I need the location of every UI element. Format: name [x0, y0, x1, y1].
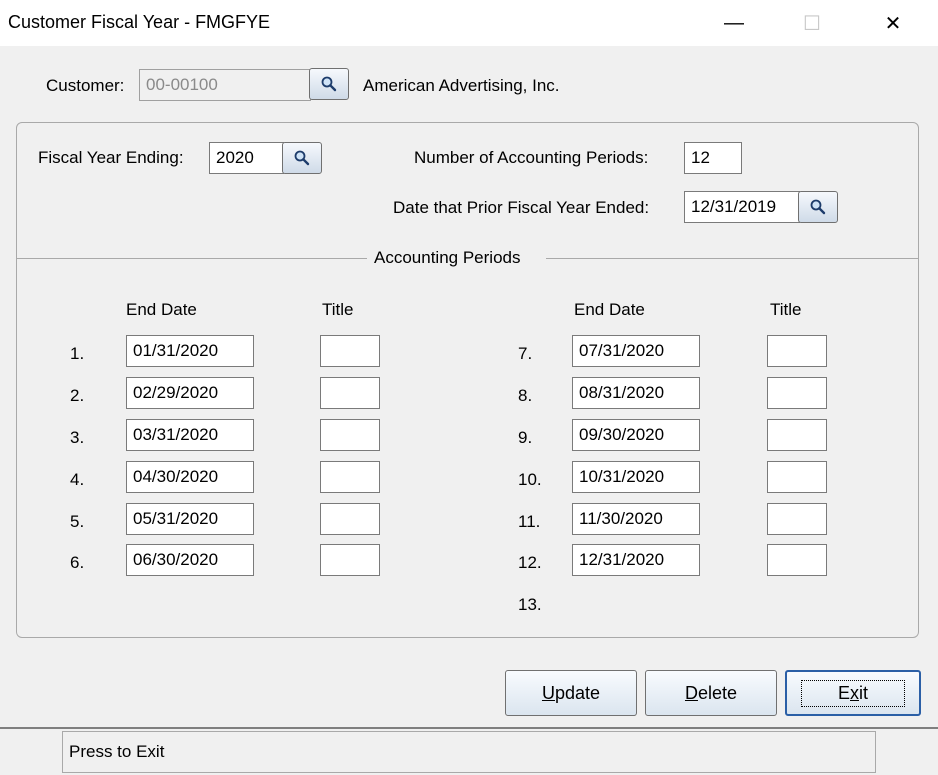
- period-end-date-field[interactable]: 09/30/2020: [572, 419, 700, 451]
- period-end-date-field[interactable]: 10/31/2020: [572, 461, 700, 493]
- section-divider-left: [17, 258, 367, 259]
- prior-year-lookup-button[interactable]: [798, 191, 838, 223]
- period-number: 2.: [70, 386, 85, 405]
- period-title-field[interactable]: [320, 544, 380, 576]
- delete-label-rest: elete: [697, 682, 738, 703]
- period-end-date-field[interactable]: 12/31/2020: [572, 544, 700, 576]
- prior-year-field[interactable]: 12/31/2019: [684, 191, 800, 223]
- update-label-rest: pdate: [554, 682, 601, 703]
- period-end-date-field[interactable]: 04/30/2020: [126, 461, 254, 493]
- section-divider-right: [546, 258, 918, 259]
- period-title-field[interactable]: [767, 461, 827, 493]
- title-header-right: Title: [770, 300, 802, 319]
- customer-lookup-button[interactable]: [309, 68, 349, 100]
- period-number: 13.: [518, 595, 542, 614]
- customer-name: American Advertising, Inc.: [363, 76, 560, 95]
- status-text: Press to Exit: [69, 742, 165, 761]
- period-number: 11.: [518, 512, 541, 531]
- period-title-field[interactable]: [767, 377, 827, 409]
- period-number: 10.: [518, 470, 542, 489]
- period-number: 4.: [70, 470, 85, 489]
- delete-button-label: Delete: [685, 683, 737, 704]
- customer-label: Customer:: [46, 76, 125, 95]
- window-title: Customer Fiscal Year - FMGFYE: [8, 12, 271, 32]
- period-title-field[interactable]: [320, 419, 380, 451]
- end-date-header-left: End Date: [126, 300, 197, 319]
- section-title: Accounting Periods: [374, 248, 521, 267]
- exit-hotkey: x: [850, 682, 859, 703]
- status-bar: Press to Exit: [62, 731, 876, 773]
- period-number: 9.: [518, 428, 533, 447]
- period-end-date-field[interactable]: 11/30/2020: [572, 503, 700, 535]
- period-end-date-field[interactable]: 05/31/2020: [126, 503, 254, 535]
- period-title-field[interactable]: [767, 335, 827, 367]
- period-number: 6.: [70, 553, 85, 572]
- period-end-date-field[interactable]: 06/30/2020: [126, 544, 254, 576]
- period-end-date-field[interactable]: 01/31/2020: [126, 335, 254, 367]
- fiscal-year-lookup-button[interactable]: [282, 142, 322, 174]
- fiscal-year-field[interactable]: 2020: [209, 142, 284, 174]
- period-title-field[interactable]: [767, 419, 827, 451]
- fiscal-year-label: Fiscal Year Ending:: [38, 148, 184, 167]
- update-button-label: Update: [542, 683, 600, 704]
- period-title-field[interactable]: [767, 503, 827, 535]
- magnifier-icon: [294, 150, 310, 166]
- minimize-button[interactable]: —: [705, 0, 763, 46]
- exit-button-label: Exit: [800, 679, 905, 707]
- period-title-field[interactable]: [320, 461, 380, 493]
- update-hotkey: U: [541, 682, 555, 703]
- period-end-date-field[interactable]: 02/29/2020: [126, 377, 254, 409]
- period-number: 3.: [70, 428, 85, 447]
- period-number: 8.: [518, 386, 533, 405]
- delete-button[interactable]: Delete: [645, 670, 777, 716]
- delete-hotkey: D: [684, 682, 698, 703]
- close-button[interactable]: ✕: [864, 0, 922, 46]
- exit-button[interactable]: Exit: [785, 670, 921, 716]
- maximize-button[interactable]: ☐: [783, 0, 841, 46]
- update-button[interactable]: Update: [505, 670, 637, 716]
- title-header-left: Title: [322, 300, 354, 319]
- period-number: 12.: [518, 553, 542, 572]
- exit-label-rest: it: [859, 682, 868, 703]
- exit-label-pre: E: [837, 682, 850, 703]
- period-title-field[interactable]: [767, 544, 827, 576]
- status-separator: [0, 727, 938, 729]
- prior-year-label: Date that Prior Fiscal Year Ended:: [393, 198, 650, 217]
- periods-count-field[interactable]: 12: [684, 142, 742, 174]
- customer-field: 00-00100: [139, 69, 311, 101]
- period-number: 7.: [518, 344, 533, 363]
- period-end-date-field[interactable]: 03/31/2020: [126, 419, 254, 451]
- periods-count-label: Number of Accounting Periods:: [414, 148, 649, 167]
- period-title-field[interactable]: [320, 503, 380, 535]
- period-title-field[interactable]: [320, 335, 380, 367]
- period-title-field[interactable]: [320, 377, 380, 409]
- period-end-date-field[interactable]: 08/31/2020: [572, 377, 700, 409]
- magnifier-icon: [810, 199, 826, 215]
- magnifier-icon: [321, 76, 337, 92]
- end-date-header-right: End Date: [574, 300, 645, 319]
- period-number: 5.: [70, 512, 85, 531]
- period-end-date-field[interactable]: 07/31/2020: [572, 335, 700, 367]
- period-number: 1.: [70, 344, 85, 363]
